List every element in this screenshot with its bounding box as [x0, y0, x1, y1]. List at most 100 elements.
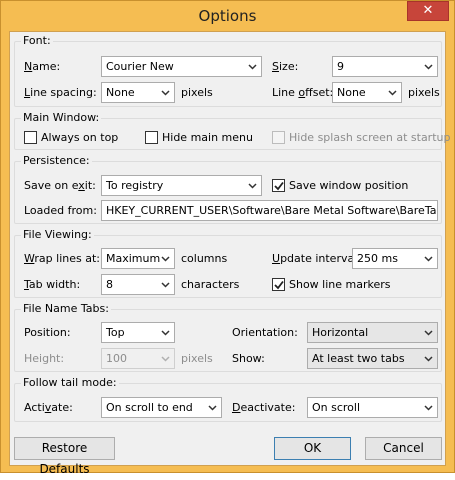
chevron-down-icon	[248, 64, 257, 70]
font-group-title: Font:	[21, 34, 53, 47]
loaded-from-field[interactable]: HKEY_CURRENT_USER\Software\Bare Metal So…	[101, 200, 438, 221]
deactivate-select[interactable]: On scroll	[307, 397, 438, 418]
line-offset-select[interactable]: None	[332, 82, 402, 103]
options-dialog: Options ✕ Font: Name: Courier New Size: …	[0, 0, 455, 476]
chevron-down-icon	[161, 330, 170, 336]
show-select[interactable]: At least two tabs	[307, 348, 438, 369]
chevron-down-icon	[248, 183, 257, 189]
chevron-down-icon	[424, 64, 433, 70]
chevron-down-icon	[161, 356, 170, 362]
wrap-lines-value: Maximum	[106, 252, 161, 265]
save-on-exit-select[interactable]: To registry	[101, 175, 262, 196]
chevron-down-icon	[424, 330, 433, 336]
font-name-value: Courier New	[106, 60, 174, 73]
line-offset-value: None	[337, 86, 366, 99]
orientation-value: Horizontal	[312, 326, 369, 339]
title-bar[interactable]: Options ✕	[1, 1, 454, 31]
wrap-lines-label: Wrap lines at:	[24, 252, 100, 265]
font-name-select[interactable]: Courier New	[101, 56, 262, 77]
line-offset-unit: pixels	[408, 86, 440, 99]
update-interval-value: 250 ms	[357, 252, 398, 265]
checkbox-box	[272, 278, 285, 291]
file-viewing-group: File Viewing: Wrap lines at: Maximum col…	[14, 228, 442, 298]
follow-tail-group: Follow tail mode: Activate: On scroll to…	[14, 376, 442, 422]
show-label: Show:	[232, 352, 265, 365]
cancel-button[interactable]: Cancel	[365, 437, 442, 460]
hide-main-menu-checkbox[interactable]: Hide main menu	[145, 131, 265, 145]
file-viewing-group-title: File Viewing:	[21, 228, 94, 241]
position-value: Top	[106, 326, 125, 339]
hide-splash-label: Hide splash screen at startup	[289, 131, 451, 144]
tab-width-select[interactable]: 8	[101, 274, 175, 295]
save-on-exit-value: To registry	[106, 179, 164, 192]
show-line-markers-checkbox[interactable]: Show line markers	[272, 278, 422, 292]
persistence-group: Persistence: Save on exit: To registry S…	[14, 154, 442, 224]
follow-tail-group-title: Follow tail mode:	[21, 376, 119, 389]
wrap-lines-select[interactable]: Maximum	[101, 248, 175, 269]
tab-width-label: Tab width:	[24, 278, 81, 291]
line-spacing-select[interactable]: None	[101, 82, 175, 103]
save-on-exit-label: Save on exit:	[24, 179, 96, 192]
show-line-markers-label: Show line markers	[289, 278, 391, 291]
loaded-from-value: HKEY_CURRENT_USER\Software\Bare Metal So…	[106, 204, 438, 217]
height-select[interactable]: 100	[101, 348, 175, 369]
window-title: Options	[198, 7, 257, 25]
position-select[interactable]: Top	[101, 322, 175, 343]
chevron-down-icon	[424, 405, 433, 411]
line-spacing-unit: pixels	[181, 86, 213, 99]
save-window-position-checkbox[interactable]: Save window position	[272, 179, 432, 193]
file-name-tabs-group: File Name Tabs: Position: Top Orientatio…	[14, 302, 442, 372]
chevron-down-icon	[208, 405, 217, 411]
position-label: Position:	[24, 326, 71, 339]
show-value: At least two tabs	[312, 352, 405, 365]
tab-width-value: 8	[106, 278, 113, 291]
chevron-down-icon	[424, 256, 433, 262]
deactivate-label: Deactivate:	[232, 401, 296, 414]
update-interval-select[interactable]: 250 ms	[352, 248, 438, 269]
checkbox-box	[145, 131, 158, 144]
font-name-label: Name:	[24, 60, 61, 73]
hide-main-menu-label: Hide main menu	[162, 131, 253, 144]
line-offset-label: Line offset:	[272, 86, 334, 99]
orientation-select[interactable]: Horizontal	[307, 322, 438, 343]
ok-button[interactable]: OK	[274, 437, 351, 460]
chevron-down-icon	[161, 256, 170, 262]
activate-select[interactable]: On scroll to end	[101, 397, 222, 418]
font-size-select[interactable]: 9	[332, 56, 438, 77]
font-group: Font: Name: Courier New Size: 9 Line spa…	[14, 34, 442, 107]
always-on-top-label: Always on top	[41, 131, 119, 144]
chevron-down-icon	[388, 90, 397, 96]
font-size-label: Size:	[272, 60, 299, 73]
orientation-label: Orientation:	[232, 326, 298, 339]
chevron-down-icon	[424, 356, 433, 362]
main-window-group: Main Window: Always on top Hide main men…	[14, 111, 450, 150]
chevron-down-icon	[161, 282, 170, 288]
save-window-position-label: Save window position	[289, 179, 409, 192]
activate-label: Activate:	[24, 401, 73, 414]
close-icon: ✕	[422, 3, 434, 18]
hide-splash-checkbox[interactable]: Hide splash screen at startup	[272, 131, 450, 145]
restore-defaults-button[interactable]: Restore Defaults	[14, 437, 115, 476]
line-spacing-value: None	[106, 86, 135, 99]
tab-width-unit: characters	[181, 278, 240, 291]
main-window-group-title: Main Window:	[21, 111, 102, 124]
checkbox-box	[272, 179, 285, 192]
wrap-lines-unit: columns	[181, 252, 228, 265]
close-button[interactable]: ✕	[407, 1, 449, 21]
chevron-down-icon	[161, 90, 170, 96]
deactivate-value: On scroll	[312, 401, 361, 414]
loaded-from-label: Loaded from:	[24, 204, 97, 217]
persistence-group-title: Persistence:	[21, 154, 92, 167]
file-name-tabs-group-title: File Name Tabs:	[21, 302, 111, 315]
checkmark-icon	[274, 181, 284, 191]
height-label: Height:	[24, 352, 65, 365]
height-value: 100	[106, 352, 127, 365]
checkbox-box	[272, 131, 285, 144]
activate-value: On scroll to end	[106, 401, 193, 414]
always-on-top-checkbox[interactable]: Always on top	[24, 131, 144, 145]
checkmark-icon	[274, 280, 284, 290]
checkbox-box	[24, 131, 37, 144]
update-interval-label: Update interval:	[272, 252, 361, 265]
line-spacing-label: Line spacing:	[24, 86, 97, 99]
dialog-client-area: Font: Name: Courier New Size: 9 Line spa…	[9, 31, 450, 476]
